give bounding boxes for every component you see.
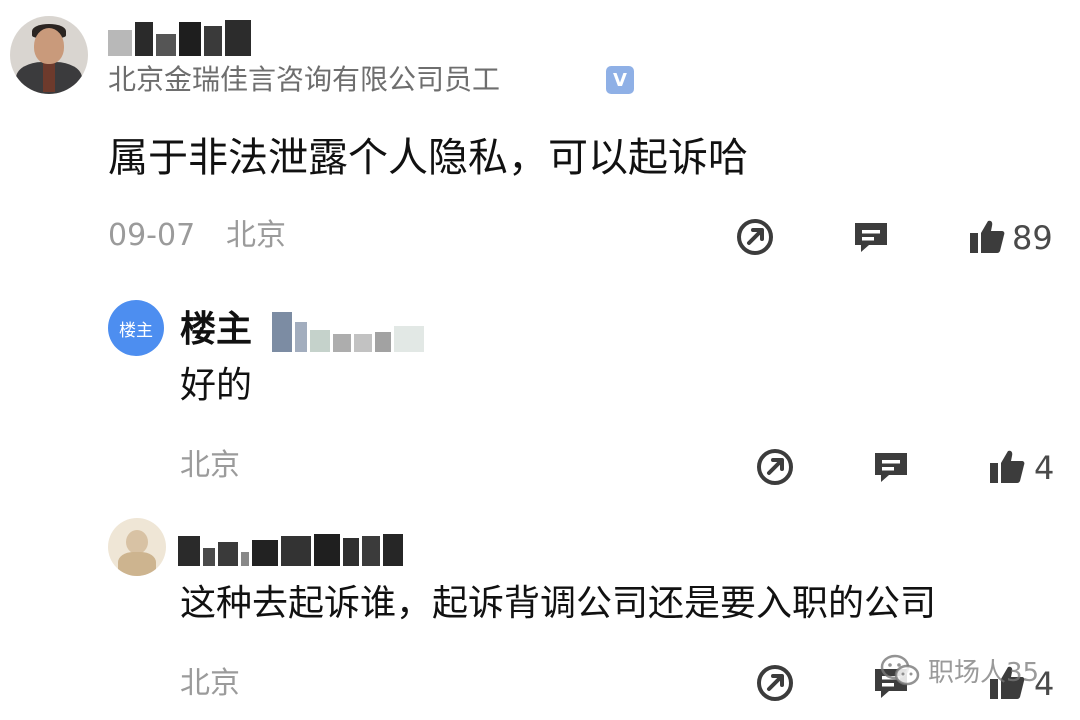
thumbs-up-icon[interactable] bbox=[966, 216, 1008, 258]
replier-avatar[interactable] bbox=[108, 518, 166, 576]
verified-badge-icon: V bbox=[606, 66, 634, 94]
reply-text: 这种去起诉谁，起诉背调公司还是要入职的公司 bbox=[180, 583, 937, 624]
reply-location: 北京 bbox=[180, 448, 240, 483]
like-count: 89 bbox=[1012, 219, 1053, 257]
op-name-blurred[interactable] bbox=[272, 308, 424, 352]
thumbs-up-icon[interactable] bbox=[986, 446, 1028, 488]
comment-date: 09-07 bbox=[108, 218, 196, 253]
share-icon[interactable] bbox=[754, 446, 796, 488]
commenter-company: 北京金瑞佳言咨询有限公司员工 bbox=[108, 63, 501, 96]
wechat-icon bbox=[880, 654, 920, 688]
comment-icon[interactable] bbox=[850, 216, 892, 258]
comment-text: 属于非法泄露个人隐私，可以起诉哈 bbox=[108, 135, 748, 181]
op-avatar[interactable]: 楼主 bbox=[108, 300, 164, 356]
comment-location: 北京 bbox=[226, 218, 286, 253]
reply-text: 好的 bbox=[180, 365, 253, 406]
watermark: 职场人35 bbox=[880, 652, 1039, 689]
share-icon[interactable] bbox=[754, 662, 796, 704]
comment-icon[interactable] bbox=[870, 446, 912, 488]
like-count: 4 bbox=[1034, 449, 1055, 487]
commenter-avatar[interactable] bbox=[10, 16, 88, 94]
commenter-name-blurred[interactable] bbox=[108, 16, 251, 56]
reply-location: 北京 bbox=[180, 666, 240, 701]
watermark-text: 职场人35 bbox=[928, 658, 1040, 688]
share-icon[interactable] bbox=[734, 216, 776, 258]
op-label: 楼主 bbox=[180, 309, 253, 350]
replier-name-blurred[interactable] bbox=[178, 526, 403, 566]
